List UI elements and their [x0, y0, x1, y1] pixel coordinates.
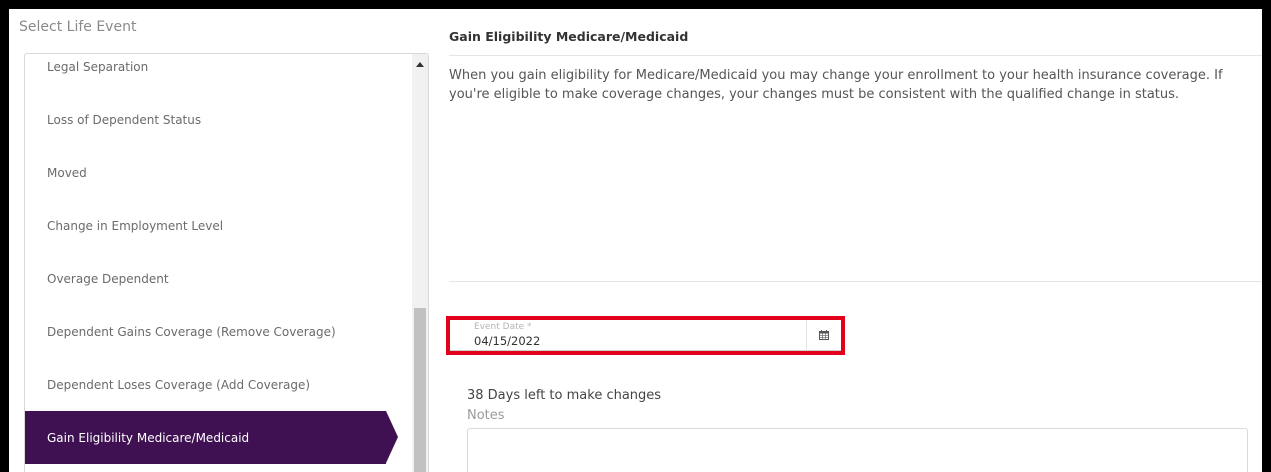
days-left-text: 38 Days left to make changes [467, 388, 662, 403]
select-life-event-heading: Select Life Event [19, 19, 137, 35]
scrollbar-thumb[interactable] [414, 308, 426, 472]
scroll-up-arrow-icon[interactable] [416, 62, 424, 67]
notes-textarea[interactable] [467, 428, 1248, 472]
list-item-label: Legal Separation [47, 59, 149, 74]
list-item-label: Loss of Dependent Status [47, 112, 202, 127]
selected-arrow-icon [386, 411, 398, 463]
event-description: When you gain eligibility for Medicare/M… [449, 68, 1223, 102]
notes-label: Notes [467, 408, 505, 423]
list-item-label: Change in Employment Level [47, 218, 224, 233]
list-item-label: Dependent Loses Coverage (Add Coverage) [47, 377, 311, 392]
date-field-divider [806, 320, 807, 350]
list-item-legal-separation[interactable]: Legal Separation [25, 54, 410, 93]
list-item-label: Gain Eligibility Medicare/Medicaid [47, 430, 250, 445]
list-item-label: Moved [47, 165, 87, 180]
list-item-label: Overage Dependent [47, 271, 169, 286]
list-item-overage-dependent[interactable]: Overage Dependent [25, 252, 410, 305]
title-divider [449, 55, 1262, 56]
list-item-gain-eligibility-medicare-medicaid[interactable]: Gain Eligibility Medicare/Medicaid [25, 411, 398, 464]
list-item-dependent-loses-coverage[interactable]: Dependent Loses Coverage (Add Coverage) [25, 358, 410, 411]
event-detail-title: Gain Eligibility Medicare/Medicaid [449, 29, 689, 44]
section-divider [449, 281, 1262, 282]
calendar-icon[interactable] [819, 330, 829, 340]
list-item-label: Dependent Gains Coverage (Remove Coverag… [47, 324, 336, 339]
event-date-input[interactable]: 04/15/2022 [474, 334, 540, 348]
list-item-change-in-employment-level[interactable]: Change in Employment Level [25, 199, 410, 252]
list-item-dependent-gains-coverage[interactable]: Dependent Gains Coverage (Remove Coverag… [25, 305, 410, 358]
life-event-list[interactable]: Legal Separation Loss of Dependent Statu… [24, 53, 429, 472]
event-date-label: Event Date * [474, 322, 532, 332]
list-item-loss-of-dependent-status[interactable]: Loss of Dependent Status [25, 93, 410, 146]
list-scrollbar[interactable] [412, 54, 428, 472]
event-date-field[interactable]: Event Date * 04/15/2022 [450, 320, 841, 351]
life-event-page: Select Life Event Legal Separation Loss … [9, 9, 1262, 472]
list-item-moved[interactable]: Moved [25, 146, 410, 199]
